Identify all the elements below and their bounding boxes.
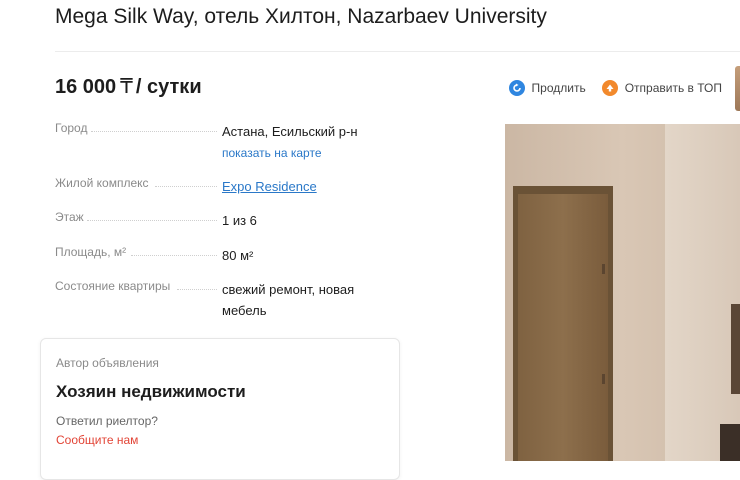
arrow-up-icon — [601, 80, 618, 96]
listing-actions: Продлить Отправить в ТОП — [493, 80, 722, 96]
price: 16 000 ₸ / сутки — [55, 74, 202, 99]
realtor-question: Ответил риелтор? — [56, 414, 158, 428]
leader-dots — [177, 289, 217, 290]
thumbnail-edge[interactable] — [735, 66, 740, 111]
price-amount: 16 000 — [55, 76, 117, 98]
condition-line-1: свежий ремонт, новая — [222, 282, 355, 297]
price-period: / сутки — [135, 76, 202, 98]
show-on-map-link[interactable]: показать на карте — [222, 146, 322, 160]
author-label: Автор объявления — [56, 356, 159, 370]
room-photo-image — [505, 124, 740, 461]
city-label: Город — [55, 121, 88, 135]
listing-photo[interactable] — [505, 124, 740, 461]
send-to-top-button[interactable]: Отправить в ТОП — [601, 80, 722, 96]
area-label: Площадь, м² — [55, 245, 127, 259]
listing-title: Mega Silk Way, отель Хилтон, Nazarbaev U… — [55, 5, 547, 28]
title-divider — [55, 51, 740, 52]
condition-value: свежий ремонт, новая мебель — [222, 279, 392, 321]
floor-label: Этаж — [55, 210, 84, 224]
author-card: Автор объявления Хозяин недвижимости Отв… — [40, 338, 400, 480]
area-value: 80 м² — [222, 248, 254, 263]
extend-label: Продлить — [531, 81, 586, 95]
leader-dots — [155, 186, 217, 187]
report-link[interactable]: Сообщите нам — [56, 433, 138, 447]
leader-dots — [91, 131, 217, 132]
currency-symbol: ₸ — [120, 76, 133, 98]
condition-label: Состояние квартиры — [55, 279, 171, 293]
complex-label: Жилой комплекс — [55, 176, 149, 190]
send-to-top-label: Отправить в ТОП — [624, 81, 722, 95]
complex-value: Expo Residence — [222, 176, 392, 197]
leader-dots — [87, 220, 217, 221]
refresh-icon — [508, 80, 525, 96]
author-type: Хозяин недвижимости — [56, 382, 246, 401]
complex-link[interactable]: Expo Residence — [222, 179, 317, 194]
city-text: Астана, Есильский р-н — [222, 124, 358, 139]
extend-button[interactable]: Продлить — [508, 80, 586, 96]
floor-value: 1 из 6 — [222, 213, 257, 228]
leader-dots — [131, 255, 217, 256]
condition-line-2: мебель — [222, 303, 267, 318]
city-value: Астана, Есильский р-н показать на карте — [222, 121, 392, 164]
